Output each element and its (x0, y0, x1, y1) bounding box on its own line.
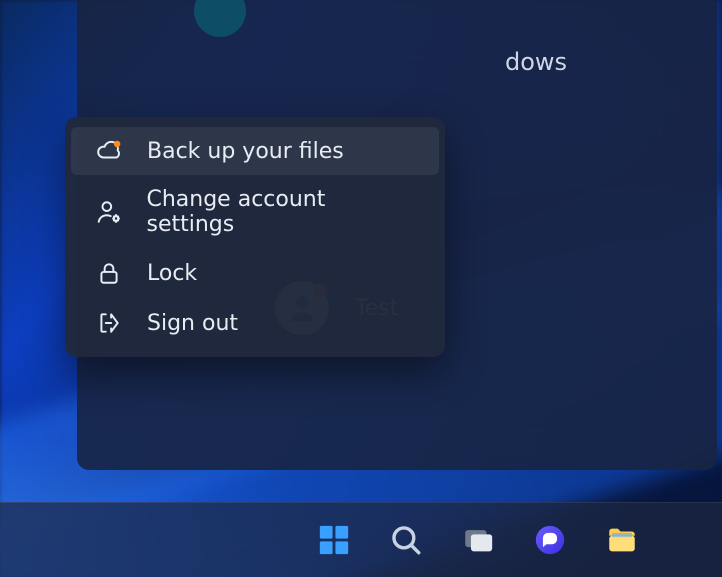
taskbar-file-explorer-button[interactable] (596, 514, 648, 566)
taskbar-taskview-button[interactable] (452, 514, 504, 566)
lock-icon (95, 259, 123, 287)
search-icon (389, 523, 423, 557)
menu-item-label: Lock (147, 261, 197, 286)
sign-out-icon (95, 309, 123, 337)
menu-item-backup[interactable]: Back up your files (71, 127, 439, 175)
recommended-item[interactable] (194, 0, 246, 37)
panel-obscured-text: dows (505, 48, 567, 76)
get-started-icon (194, 0, 246, 37)
account-settings-icon (95, 198, 122, 226)
taskbar-chat-button[interactable] (524, 514, 576, 566)
windows-logo-icon (317, 523, 351, 557)
menu-item-signout[interactable]: Sign out (71, 299, 439, 347)
menu-item-label: Back up your files (147, 139, 344, 164)
menu-item-account-settings[interactable]: Change account settings (71, 177, 439, 247)
taskbar (0, 502, 722, 577)
menu-item-label: Change account settings (146, 187, 415, 237)
task-view-icon (461, 523, 495, 557)
taskbar-search-button[interactable] (380, 514, 432, 566)
file-explorer-icon (605, 523, 639, 557)
chat-icon (533, 523, 567, 557)
cloud-backup-icon (95, 137, 123, 165)
user-account-flyout: Back up your files Change account settin… (65, 117, 445, 357)
taskbar-start-button[interactable] (308, 514, 360, 566)
menu-item-label: Sign out (147, 311, 238, 336)
menu-item-lock[interactable]: Lock (71, 249, 439, 297)
